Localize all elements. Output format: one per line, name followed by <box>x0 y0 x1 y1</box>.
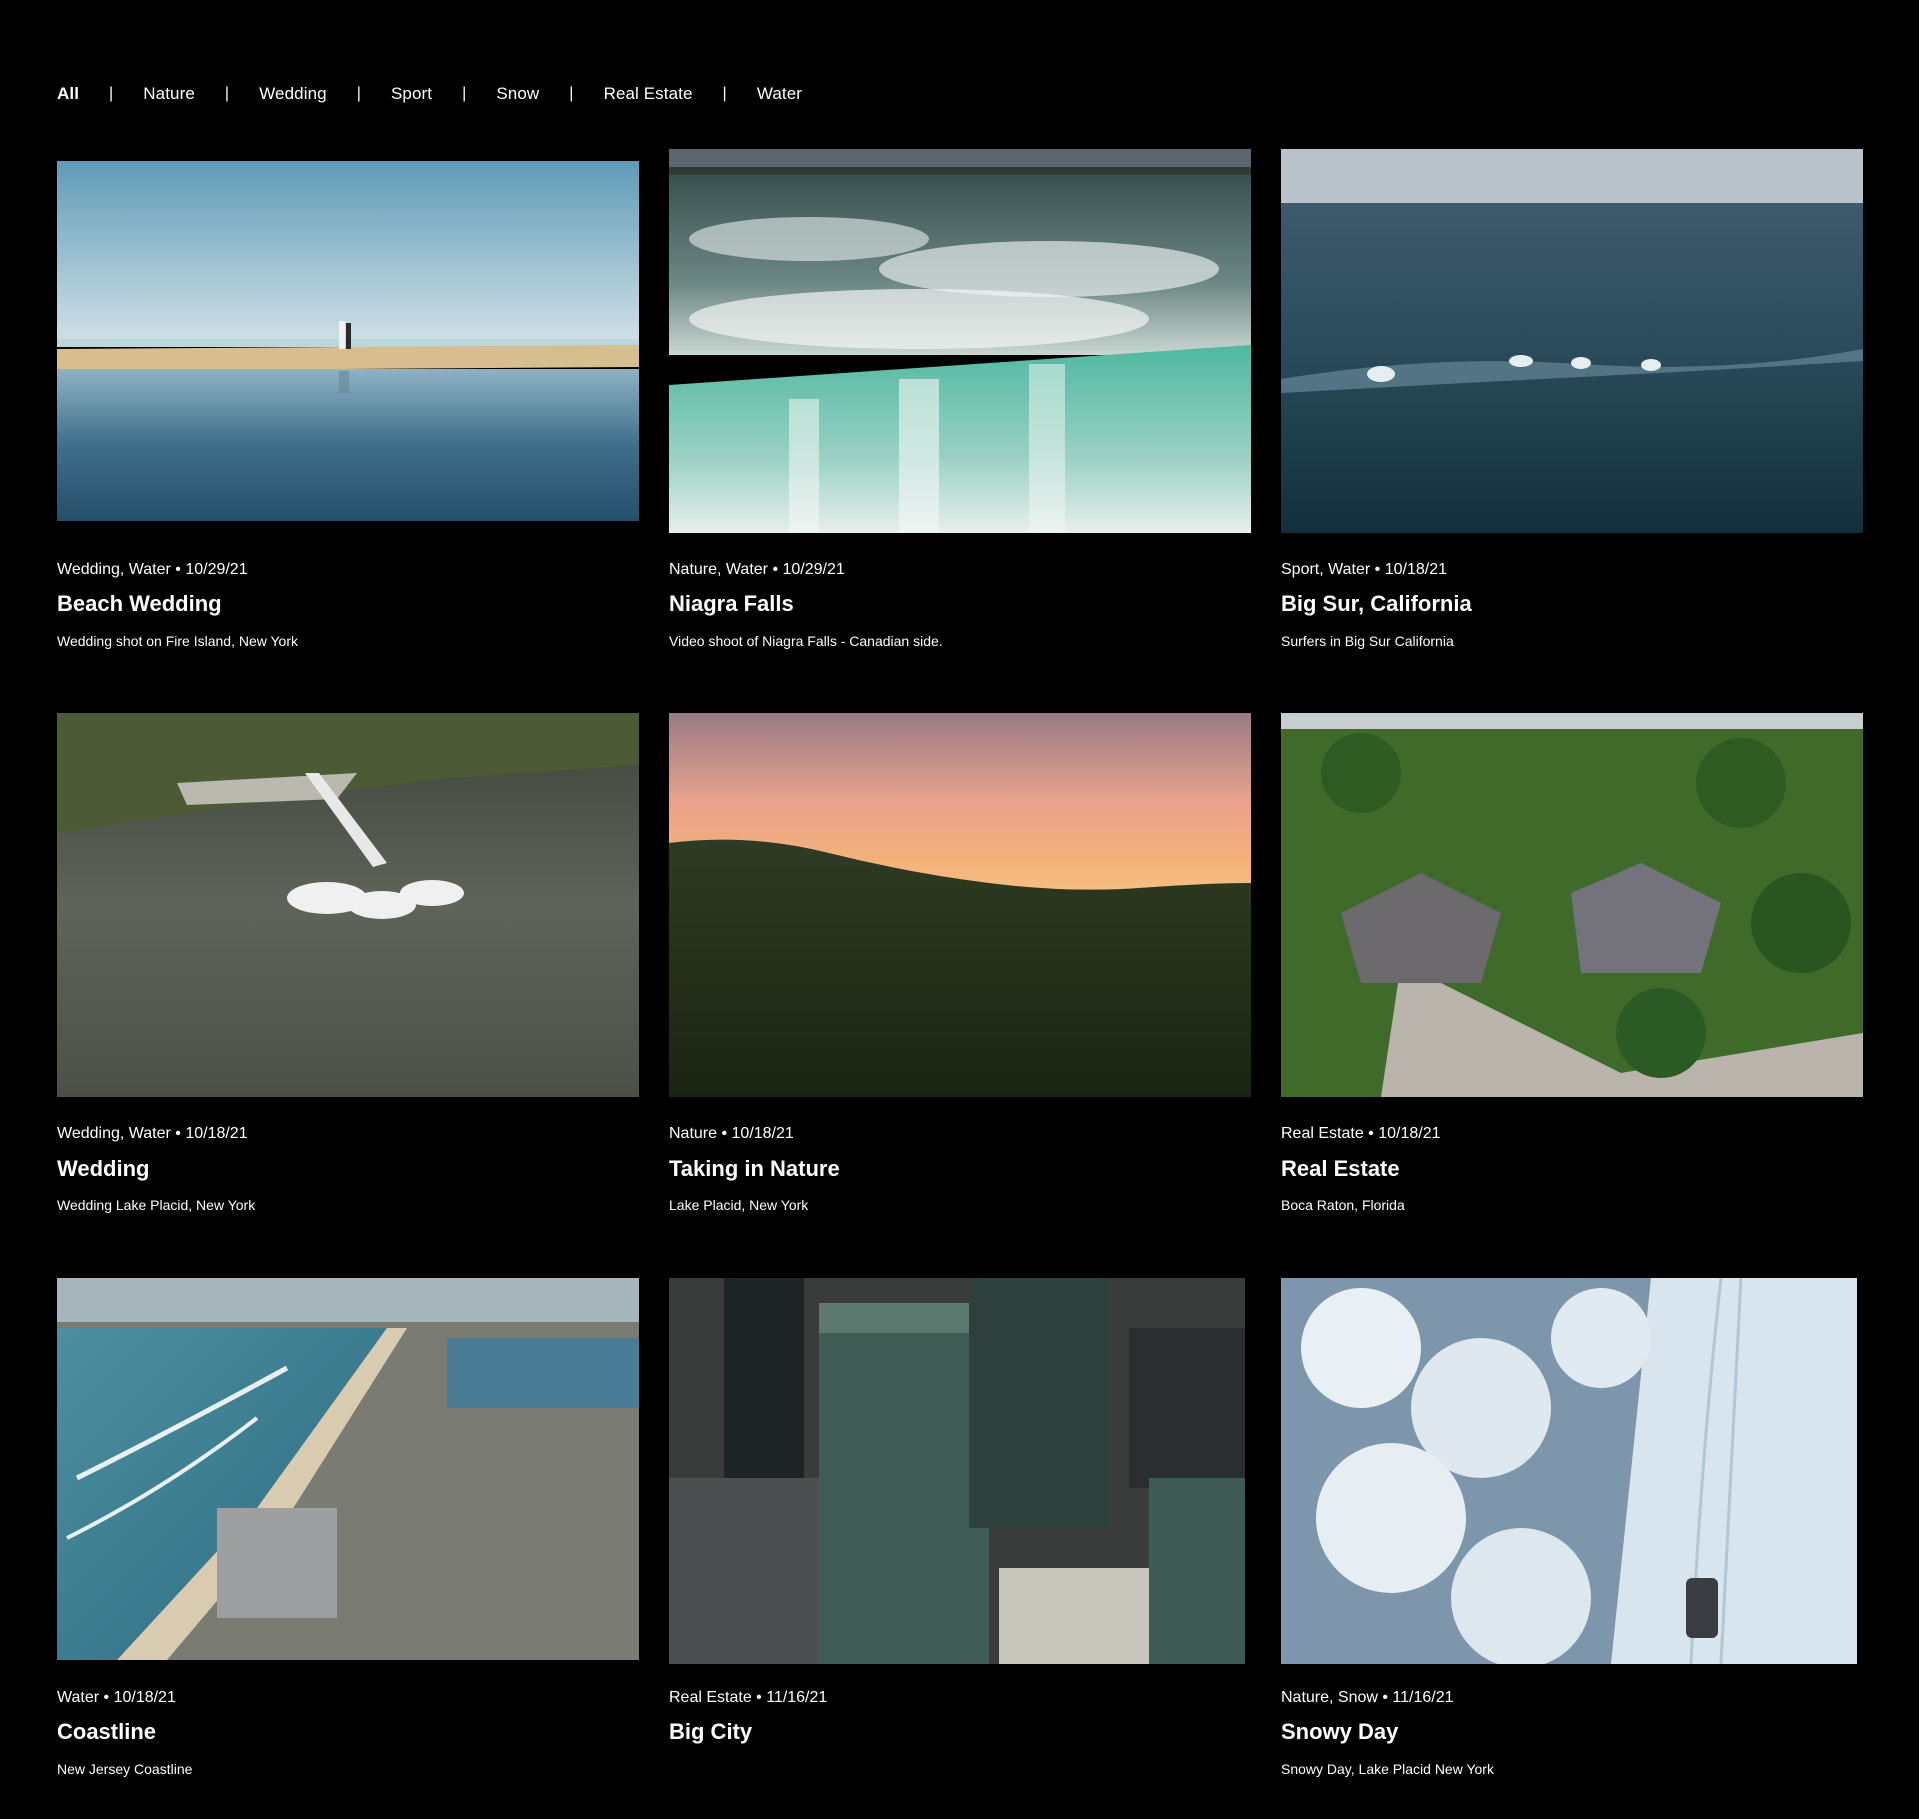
card-description: Wedding shot on Fire Island, New York <box>57 633 298 649</box>
niagra-falls-image <box>669 149 1251 533</box>
card-meta: Real Estate • 11/16/21 <box>669 1689 828 1706</box>
video-gallery-grid: Wedding, Water • 10/29/21 Beach Wedding … <box>0 0 1919 1819</box>
card-title[interactable]: Wedding <box>57 1156 149 1182</box>
card-description: Snowy Day, Lake Placid New York <box>1281 1761 1494 1777</box>
video-thumbnail-big-city[interactable] <box>669 1278 1245 1664</box>
video-thumbnail-big-sur[interactable] <box>1281 149 1863 533</box>
card-title[interactable]: Coastline <box>57 1719 156 1745</box>
video-thumbnail-wedding[interactable] <box>57 713 639 1097</box>
card-meta: Sport, Water • 10/18/21 <box>1281 561 1447 578</box>
card-title[interactable]: Beach Wedding <box>57 591 222 617</box>
card-description: Boca Raton, Florida <box>1281 1197 1405 1213</box>
city-skyline-image <box>669 1278 1245 1664</box>
card-title[interactable]: Snowy Day <box>1281 1719 1398 1745</box>
card-meta: Nature • 10/18/21 <box>669 1125 794 1142</box>
coastline-image <box>57 1278 639 1660</box>
card-description: New Jersey Coastline <box>57 1761 193 1777</box>
card-description: Surfers in Big Sur California <box>1281 633 1454 649</box>
card-meta: Wedding, Water • 10/29/21 <box>57 561 248 578</box>
lake-wedding-image <box>57 713 639 1097</box>
suburban-homes-image <box>1281 713 1863 1097</box>
video-thumbnail-taking-in-nature[interactable] <box>669 713 1251 1097</box>
video-thumbnail-coastline[interactable] <box>57 1278 639 1660</box>
card-meta: Real Estate • 10/18/21 <box>1281 1125 1441 1142</box>
card-title[interactable]: Taking in Nature <box>669 1156 840 1182</box>
video-thumbnail-snowy-day[interactable] <box>1281 1278 1857 1664</box>
big-sur-image <box>1281 149 1863 533</box>
card-description: Video shoot of Niagra Falls - Canadian s… <box>669 633 943 649</box>
video-thumbnail-real-estate[interactable] <box>1281 713 1863 1097</box>
card-title[interactable]: Niagra Falls <box>669 591 794 617</box>
card-meta: Nature, Snow • 11/16/21 <box>1281 1689 1454 1706</box>
video-thumbnail-niagra-falls[interactable] <box>669 149 1251 533</box>
beach-wedding-image <box>57 161 639 521</box>
card-description: Lake Placid, New York <box>669 1197 809 1213</box>
card-title[interactable]: Real Estate <box>1281 1156 1400 1182</box>
card-meta: Wedding, Water • 10/18/21 <box>57 1125 248 1142</box>
card-meta: Nature, Water • 10/29/21 <box>669 561 845 578</box>
snowy-forest-image <box>1281 1278 1857 1664</box>
card-title[interactable]: Big City <box>669 1719 752 1745</box>
card-title[interactable]: Big Sur, California <box>1281 591 1472 617</box>
sunset-forest-image <box>669 713 1251 1097</box>
card-meta: Water • 10/18/21 <box>57 1689 176 1706</box>
video-thumbnail-beach-wedding[interactable] <box>57 161 639 521</box>
card-description: Wedding Lake Placid, New York <box>57 1197 256 1213</box>
